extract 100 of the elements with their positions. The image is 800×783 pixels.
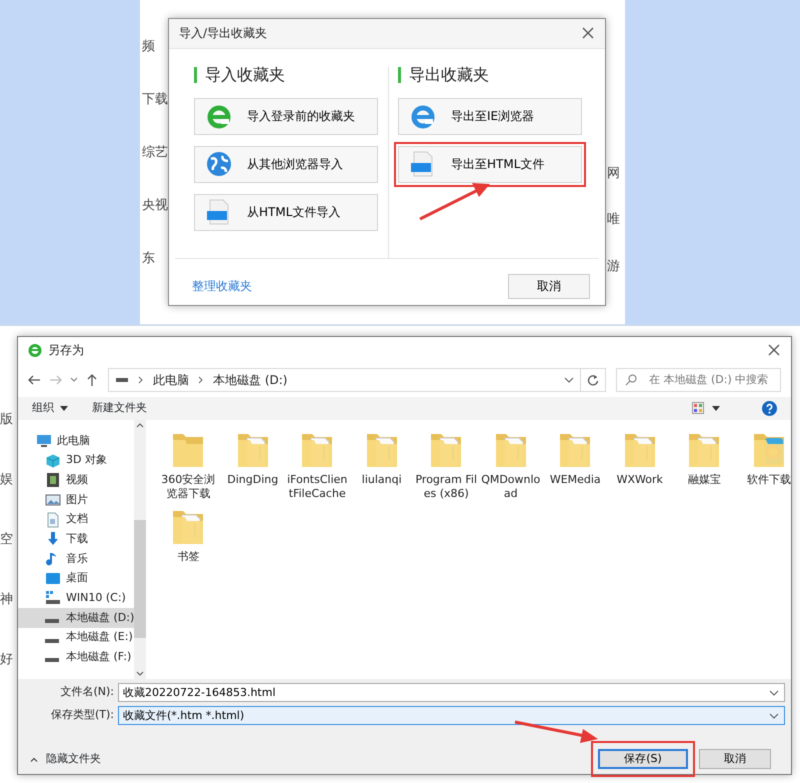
caret-icon <box>60 406 68 411</box>
new-folder-button[interactable]: 新建文件夹 <box>92 400 147 417</box>
file-type-dropdown[interactable]: 收藏文件(*.htm *.html) <box>118 706 785 725</box>
dropdown-icon <box>70 377 78 382</box>
folder-item[interactable]: WEMedia <box>543 430 608 501</box>
browser-icon <box>28 343 42 358</box>
computer-icon <box>36 432 52 449</box>
tree-item[interactable]: 音乐 <box>18 549 134 569</box>
tree-item[interactable]: 下载 <box>18 529 134 550</box>
filename-field[interactable]: 收藏20220722-164853.html <box>118 683 785 702</box>
item-label: 本地磁盘 (E:) <box>66 629 133 646</box>
hide-folders-toggle[interactable]: 隐藏文件夹 <box>30 750 101 768</box>
save-button[interactable]: 保存(S) <box>598 749 688 769</box>
page-text: 央视 <box>142 198 168 214</box>
recent-button[interactable] <box>70 377 78 382</box>
page-text: 下载 <box>142 92 168 108</box>
folder-item[interactable]: WXWork <box>608 430 672 501</box>
chevron-up-icon <box>30 756 38 762</box>
drive-icon <box>45 658 59 662</box>
item-label: 音乐 <box>66 550 88 567</box>
folder-item[interactable]: 360安全浏览器下载 <box>156 430 220 501</box>
dropdown-icon <box>564 376 574 383</box>
cancel-button[interactable]: 取消 <box>508 274 590 299</box>
caret-icon <box>712 406 720 411</box>
tree-item[interactable]: 本地磁盘 (F:) <box>18 648 134 668</box>
search-field[interactable]: 在 本地磁盘 (D:) 中搜索 <box>616 368 781 392</box>
import-export-button[interactable]: 导出至IE浏览器 <box>398 98 582 135</box>
tree-item[interactable]: 本地磁盘 (D:) <box>18 608 134 628</box>
refresh-button[interactable] <box>580 368 606 392</box>
tree-item[interactable]: 视频 <box>18 470 134 490</box>
folder-item[interactable]: DingDing <box>220 430 285 501</box>
item-label: 本地磁盘 (D:) <box>66 610 134 626</box>
tree-item[interactable]: WIN10 (C:) <box>18 588 134 608</box>
page-text: 网 <box>607 166 620 182</box>
page-text: 东 <box>142 250 156 266</box>
item-label: 视频 <box>66 472 88 488</box>
folder-name: liulanqi <box>360 473 403 487</box>
page-text: 空 <box>0 532 13 548</box>
download-icon <box>45 531 61 548</box>
item-label: 3D 对象 <box>66 452 107 468</box>
folder-item[interactable]: liulanqi <box>350 430 414 501</box>
help-button[interactable] <box>762 400 777 416</box>
chevron-icon <box>198 376 204 384</box>
page-text: 综艺 <box>142 144 168 160</box>
folder-item[interactable]: 书签 <box>156 507 220 564</box>
tree-item[interactable]: 3D 对象 <box>18 450 134 470</box>
item-label: 图片 <box>66 492 88 508</box>
tree-item[interactable]: 此电脑 <box>18 431 134 451</box>
tree-item[interactable]: 本地磁盘 (E:) <box>18 628 134 648</box>
folder-name: 软件下载 <box>746 473 792 487</box>
item-label: WIN10 (C:) <box>66 590 126 606</box>
folder-name: 360安全浏览器下载 <box>160 473 216 501</box>
section-heading: 导出收藏夹 <box>398 66 598 83</box>
page-text: 唯 <box>607 212 620 228</box>
view-button[interactable] <box>692 402 720 414</box>
help-icon <box>762 400 777 416</box>
close-button[interactable] <box>767 343 781 358</box>
dialog-title: 导入/导出收藏夹 <box>179 25 268 42</box>
tree-item[interactable]: 文档 <box>18 510 134 530</box>
item-label: 本地磁盘 (F:) <box>66 649 132 666</box>
folder-name: QMDownload <box>480 473 542 501</box>
search-icon <box>625 374 637 386</box>
section-heading: 导入收藏夹 <box>194 66 388 83</box>
drive-icon <box>45 638 59 643</box>
folder-name: WXWork <box>616 473 664 487</box>
organize-menu[interactable]: 组织 <box>32 400 68 417</box>
close-icon <box>767 343 781 358</box>
page-text: 频 <box>142 38 156 54</box>
refresh-icon <box>587 374 600 386</box>
close-button[interactable] <box>581 26 595 40</box>
folder-name: WEMedia <box>548 473 602 487</box>
breadcrumb-item[interactable]: 本地磁盘 (D:) <box>213 370 288 389</box>
item-label: 桌面 <box>66 570 88 586</box>
import-export-button[interactable]: 导入登录前的收藏夹 <box>194 98 378 135</box>
cancel-button[interactable]: 取消 <box>699 749 771 769</box>
folder-item[interactable]: QMDownload <box>478 430 543 501</box>
folder-item[interactable]: iFontsClientFileCache <box>285 430 350 501</box>
address-bar[interactable]: 此电脑 本地磁盘 (D:) <box>108 368 582 392</box>
item-label: 下载 <box>66 531 88 548</box>
view-icon <box>692 402 704 414</box>
folder-name: DingDing <box>226 473 280 487</box>
field-label: 保存类型(T): <box>50 707 115 724</box>
folder-name: 书签 <box>176 550 200 564</box>
folder-item[interactable]: 融媒宝 <box>672 430 736 501</box>
breadcrumb-item[interactable]: 此电脑 <box>153 370 189 389</box>
desktop-icon <box>45 570 61 587</box>
tree-item[interactable]: 桌面 <box>18 568 134 588</box>
folder-item[interactable]: 软件下载 <box>736 430 800 501</box>
dropdown-icon <box>769 713 779 719</box>
page-text: 好 <box>0 652 13 668</box>
import-export-button[interactable]: 从HTML文件导入 <box>194 194 378 231</box>
manage-favorites-link[interactable]: 整理收藏夹 <box>192 277 252 296</box>
tree-item[interactable]: 图片 <box>18 490 134 510</box>
import-export-button[interactable]: 导出至HTML文件 <box>398 146 582 183</box>
page-text: 娱 <box>0 472 13 488</box>
item-label: 此电脑 <box>57 432 90 449</box>
import-export-button[interactable]: 从其他浏览器导入 <box>194 146 378 183</box>
folder-item[interactable]: Program Files (x86) <box>414 430 478 501</box>
item-label: 文档 <box>66 511 88 528</box>
page-text: 版 <box>0 412 13 428</box>
